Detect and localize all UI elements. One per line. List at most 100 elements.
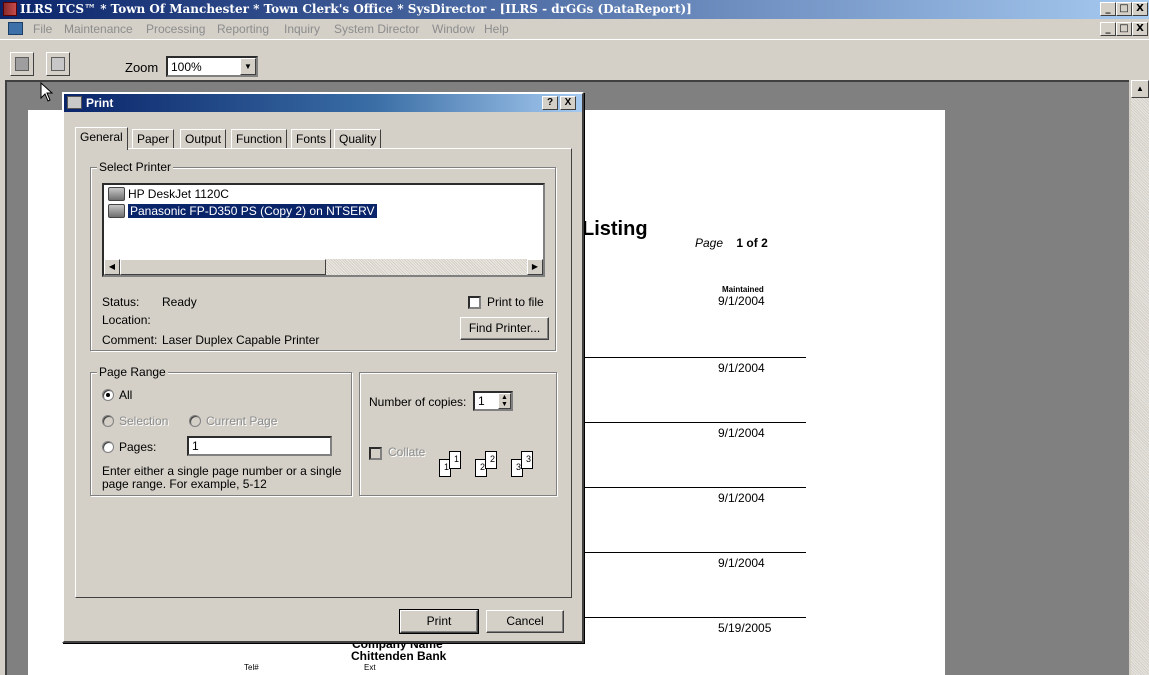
page-range-all-radio[interactable] [102,389,114,401]
tab-function[interactable]: Function [231,129,288,149]
location-label: Location: [102,313,151,327]
maintained-header: Maintained [722,285,764,294]
page-range-pages-radio[interactable] [102,441,114,453]
tel-label: Tel# [244,663,259,672]
page-num: 1 [736,236,744,250]
page-range-legend: Page Range [97,365,168,379]
report-date: 9/1/2004 [718,426,765,440]
report-divider [580,552,806,553]
report-date: 5/19/2005 [718,621,772,635]
printer-list[interactable]: HP DeskJet 1120C Panasonic FP-D350 PS (C… [102,183,545,277]
menu-window[interactable]: Window [432,22,475,36]
print-to-file-checkbox[interactable] [468,296,481,309]
maximize-button[interactable]: □ [1116,2,1132,16]
report-divider [580,422,806,423]
help-button[interactable]: ? [542,96,558,110]
close-button[interactable]: X [1132,2,1148,16]
page-total: 2 [761,236,768,250]
printer-item-selected[interactable]: Panasonic FP-D350 PS (Copy 2) on NTSERV [106,203,377,220]
general-tab-panel: Select Printer HP DeskJet 1120C Panasoni… [75,148,572,598]
dialog-title-bar[interactable]: Print ? X [64,94,582,112]
zoom-select[interactable]: 100% ▼ [166,56,258,77]
company-name: Chittenden Bank [351,649,447,663]
document-icon[interactable] [8,22,23,35]
page-icon: 1 [449,451,461,469]
window-title: ILRS TCS™ * Town Of Manchester * Town Cl… [20,2,692,16]
tab-paper[interactable]: Paper [132,129,175,149]
page-range-selection-radio[interactable] [102,415,114,427]
report-title: Listing [582,218,648,240]
pages-input[interactable]: 1 [187,436,332,456]
printer-name: HP DeskJet 1120C [128,187,229,201]
menu-system-director[interactable]: System Director [334,22,419,36]
report-divider [580,487,806,488]
printer-icon [15,57,29,71]
printer-icon [67,96,82,109]
report-date: 9/1/2004 [718,491,765,505]
dialog-close-button[interactable]: X [560,96,576,110]
menu-help[interactable]: Help [484,22,509,36]
menu-reporting[interactable]: Reporting [217,22,269,36]
child-restore-button[interactable]: □ [1116,22,1132,36]
cancel-button[interactable]: Cancel [486,610,564,633]
page-range-current-label: Current Page [206,414,278,428]
report-page-number: Page 1 of 2 [695,236,768,250]
status-label: Status: [102,295,140,309]
mouse-cursor-icon [40,82,54,102]
scroll-right-arrow-icon[interactable]: ▶ [527,259,543,275]
select-printer-legend: Select Printer [97,160,174,174]
collate-checkbox[interactable] [369,447,382,460]
tab-quality[interactable]: Quality [334,129,382,149]
print-toolbar-button[interactable] [10,52,34,76]
find-printer-button[interactable]: Find Printer... [460,317,549,340]
menu-maintenance[interactable]: Maintenance [64,22,133,36]
tab-output[interactable]: Output [180,129,227,149]
minimize-button[interactable]: _ [1100,2,1116,16]
comment-value: Laser Duplex Capable Printer [162,333,320,347]
child-minimize-button[interactable]: _ [1100,22,1116,36]
app-icon [3,2,17,16]
printer-name: Panasonic FP-D350 PS (Copy 2) on NTSERV [128,204,377,218]
menu-processing[interactable]: Processing [146,22,205,36]
printer-item[interactable]: HP DeskJet 1120C [106,186,229,203]
print-to-file-label[interactable]: Print to file [487,295,544,309]
print-dialog: Print ? X General Paper Output Function … [62,92,584,643]
page-prefix: Page [695,236,724,250]
page-icon: 2 [485,451,497,469]
page-range-current-radio[interactable] [189,415,201,427]
page-of: of [746,236,758,250]
print-button[interactable]: Print [399,609,479,634]
window-title-bar[interactable]: ILRS TCS™ * Town Of Manchester * Town Cl… [0,0,1149,19]
dialog-title: Print [86,96,114,110]
page-icon: 3 [521,451,533,469]
tab-fonts[interactable]: Fonts [291,129,332,149]
zoom-value: 100% [171,60,202,74]
chevron-down-icon[interactable]: ▼ [240,58,256,75]
copies-spinner[interactable]: ▲ ▼ [498,393,511,409]
page-range-group: Page Range All Selection Current Page Pa… [90,365,352,496]
vertical-scrollbar[interactable] [1131,80,1149,675]
scroll-left-arrow-icon[interactable]: ◀ [104,259,120,275]
menu-file[interactable]: File [33,22,52,36]
menu-inquiry[interactable]: Inquiry [284,22,320,36]
scroll-up-arrow-icon[interactable]: ▲ [1131,80,1149,98]
tab-general[interactable]: General [75,127,128,150]
page-range-selection-label: Selection [119,414,169,428]
copies-group: Number of copies: 1 ▲ ▼ Collate 1 1 2 2 3… [359,372,557,496]
printer-icon [108,204,125,218]
collate-label: Collate [388,445,426,459]
scroll-thumb[interactable] [120,259,326,275]
report-divider [580,617,806,618]
copies-label: Number of copies: [369,395,467,409]
copies-value: 1 [478,394,485,408]
horizontal-scrollbar[interactable]: ◀ ▶ [104,259,543,275]
toolbar: Zoom 100% ▼ [0,39,1149,79]
page-range-pages-label[interactable]: Pages: [119,440,156,454]
report-date: 9/1/2004 [718,556,765,570]
export-toolbar-button[interactable] [46,52,70,76]
page-range-all-label[interactable]: All [119,388,132,402]
status-value: Ready [162,295,197,309]
menu-bar: File Maintenance Processing Reporting In… [0,19,1149,39]
printer-icon [108,187,125,201]
child-close-button[interactable]: X [1132,22,1148,36]
